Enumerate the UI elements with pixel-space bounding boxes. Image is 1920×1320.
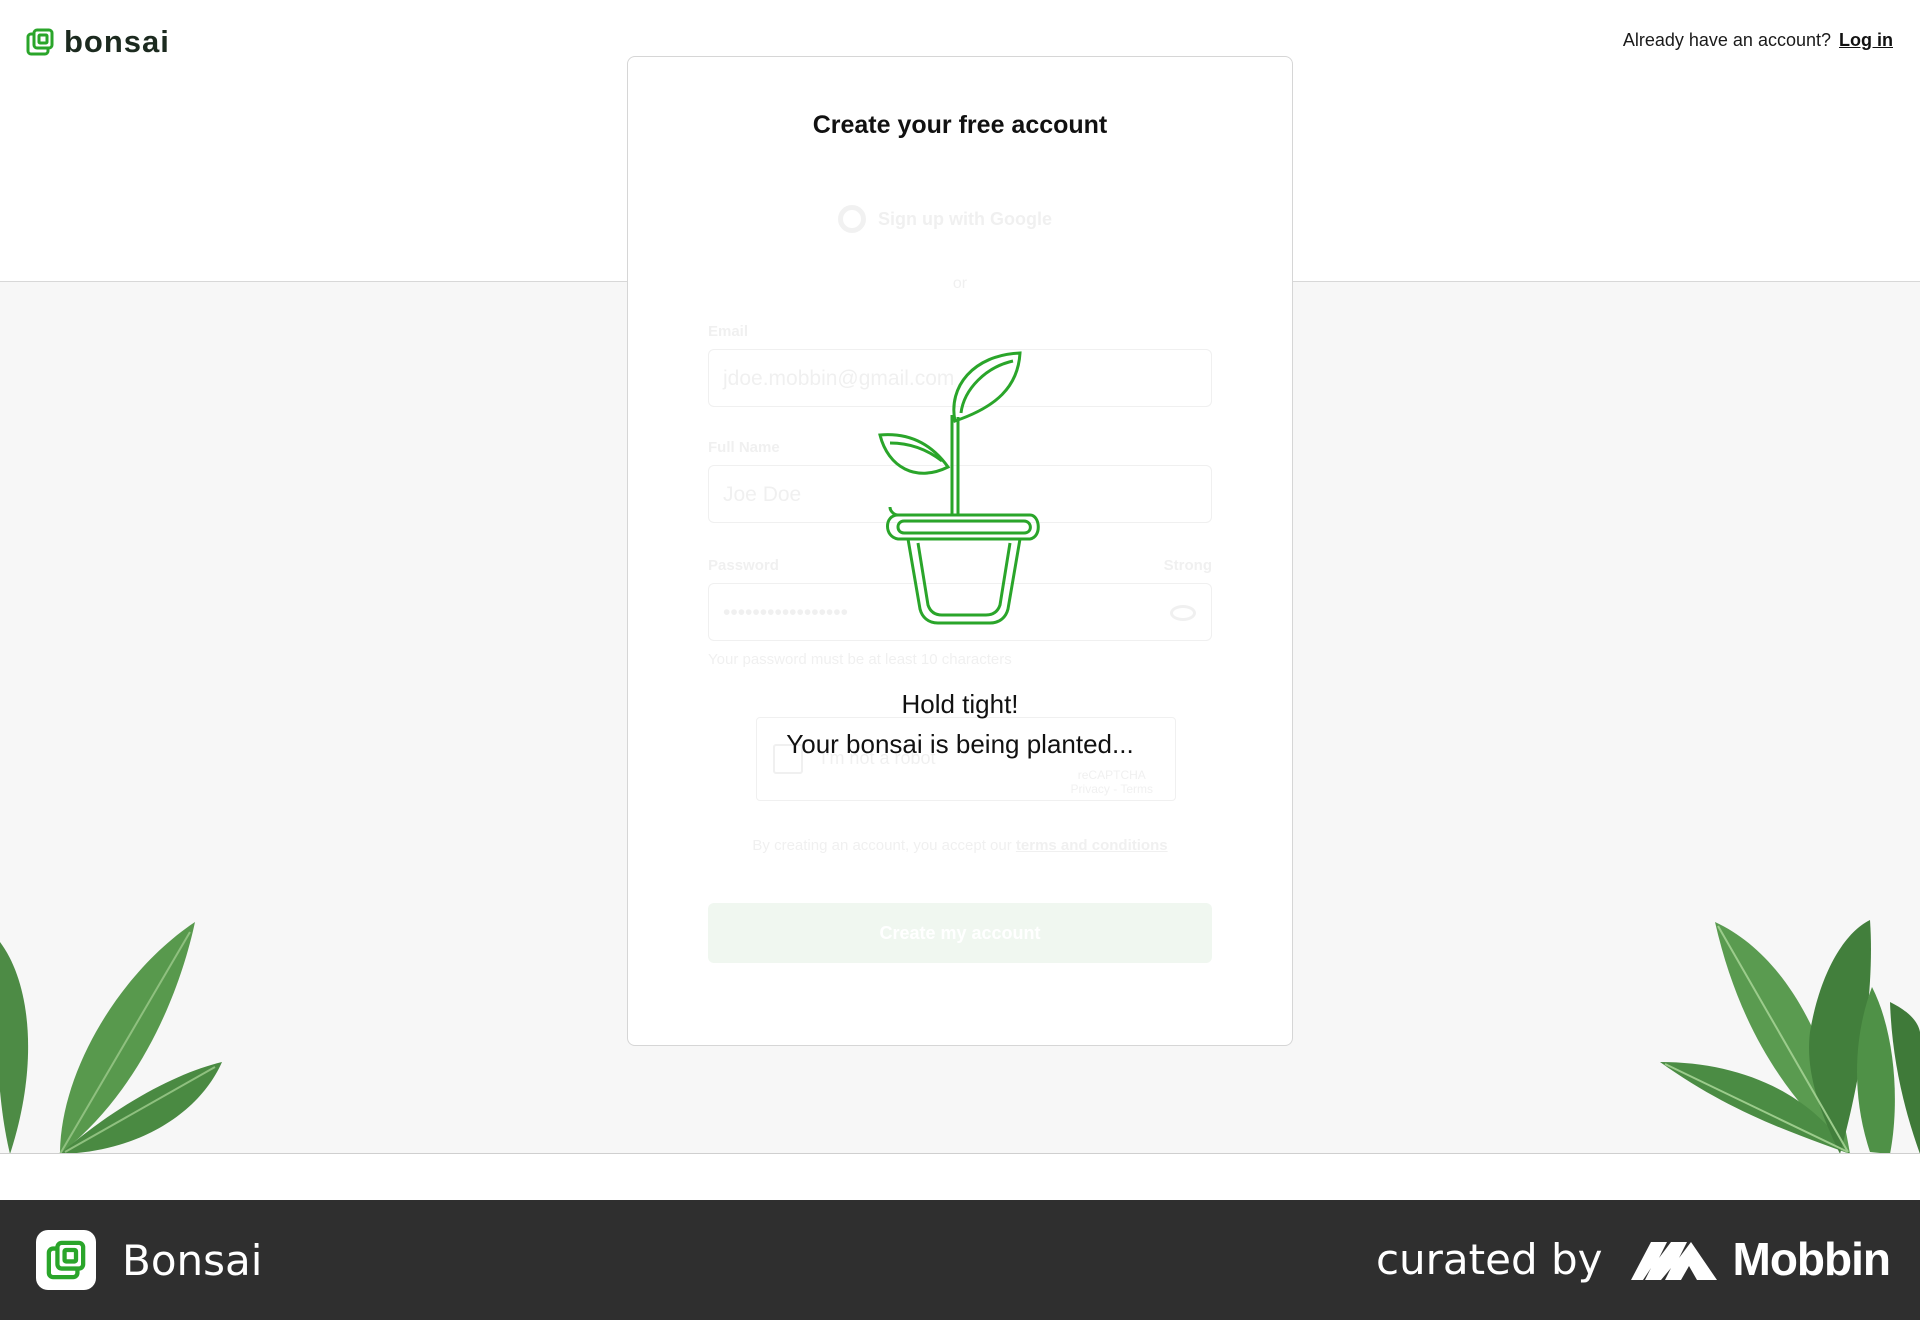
password-label: Password [708,557,779,574]
loader-title: Hold tight! [901,689,1019,719]
bonsai-app-icon [46,1240,86,1280]
full-name-label: Full Name [708,439,780,456]
card-title: Create your free account [812,111,1108,139]
email-label: Email [708,323,749,340]
app-icon [36,1230,96,1290]
curated-by: curated by Mobbin [1375,1232,1891,1286]
terms-text: By creating an account, you accept our [752,837,1012,854]
loader-message: Your bonsai is being planted... [786,729,1134,759]
mobbin-logo-icon [1630,1242,1717,1280]
plant-pot-icon [878,351,1040,625]
login-link[interactable]: Log in [1839,30,1893,51]
recaptcha-brand: reCAPTCHA Privacy - Terms [1071,768,1153,796]
terms-notice: By creating an account, you accept our t… [628,837,1292,854]
login-prompt-text: Already have an account? [1622,30,1832,50]
recaptcha-brand-name: reCAPTCHA [1077,768,1146,782]
google-icon [838,205,866,233]
footer-app-name: Bonsai [122,1235,263,1285]
recaptcha-links[interactable]: Privacy - Terms [1071,782,1153,796]
logo-wordmark: bonsai [64,24,170,59]
show-password-icon[interactable] [1170,605,1196,621]
leaves-decoration-left [0,922,222,1153]
curated-by-text: curated by [1375,1234,1603,1284]
mobbin-brand: Mobbin [1630,1232,1891,1286]
mobbin-wordmark: Mobbin [1732,1233,1891,1285]
or-divider: or [952,275,968,292]
login-prompt-area: Already have an account? Log in [1623,30,1893,51]
password-hint: Your password must be at least 10 charac… [708,651,1012,668]
google-signup-button[interactable]: Sign up with Google [838,197,1084,241]
bonsai-logo[interactable]: bonsai [26,24,170,60]
footer-bar: Bonsai curated by Mobbin [0,1200,1920,1320]
footer-spacer [0,1154,1920,1200]
google-signup-label: Sign up with Google [878,208,1052,229]
leaves-decoration-right [1660,920,1920,1153]
create-account-button[interactable]: Create my account [708,903,1212,963]
bonsai-logo-icon [26,28,54,56]
terms-link[interactable]: terms and conditions [1016,837,1168,854]
password-strength: Strong [1163,557,1212,574]
signup-card: Create your free account Sign up with Go… [627,56,1293,1046]
footer-app: Bonsai [36,1230,262,1290]
